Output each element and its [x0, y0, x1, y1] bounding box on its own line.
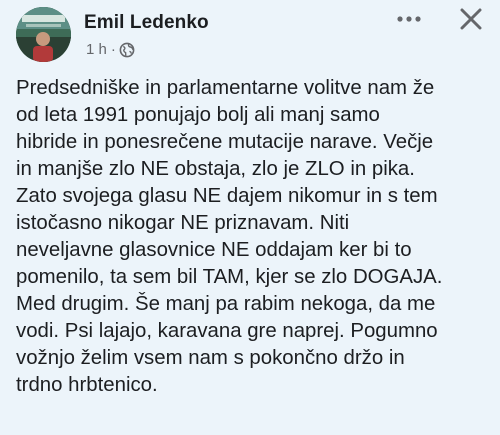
post-body-line: istočasno nikogar NE priznavam. Niti: [16, 212, 350, 234]
post-body-line: vodi. Psi lajajo, karavana gre naprej. P…: [16, 320, 438, 342]
post-body-line: in manjše zlo NE obstaja, zlo je ZLO in …: [16, 158, 415, 180]
post-timestamp[interactable]: 1 h: [86, 41, 107, 58]
author-name[interactable]: Emil Ledenko: [84, 12, 209, 34]
post-body-line: Predsedniške in parlamentarne volitve na…: [16, 77, 435, 99]
post-body-line: Zato svojega glasu NE dajem nikomur in s…: [16, 185, 438, 207]
post-body-line: vožnjo želim vsem nam s pokončno držo in: [16, 347, 405, 369]
post-body-line: trdno hrbtenico.: [16, 374, 158, 396]
post-body: Predsedniške in parlamentarne volitve na…: [16, 75, 492, 399]
post-header: Emil Ledenko 1 h ·: [0, 0, 500, 70]
post-body-line: od leta 1991 ponujajo bolj ali manj samo: [16, 104, 380, 126]
meta-separator: ·: [110, 41, 116, 58]
post-meta: 1 h ·: [86, 41, 135, 58]
avatar-image: [16, 7, 71, 62]
post-body-line: hibride in ponesrečene mutacije narave. …: [16, 131, 434, 153]
more-horizontal-icon: [397, 16, 421, 22]
post-body-line: Med drugim. Še manj pa rabim nekoga, da …: [16, 293, 436, 315]
more-options-button[interactable]: [393, 9, 425, 29]
post-body-line: pomenilo, ta sem bil TAM, kjer se zlo DO…: [16, 266, 443, 288]
close-icon: [460, 8, 482, 30]
globe-icon[interactable]: [119, 42, 135, 58]
avatar[interactable]: [16, 7, 71, 62]
close-button[interactable]: [454, 4, 488, 34]
post-body-line: neveljavne glasovnice NE oddajam ker bi …: [16, 239, 412, 261]
